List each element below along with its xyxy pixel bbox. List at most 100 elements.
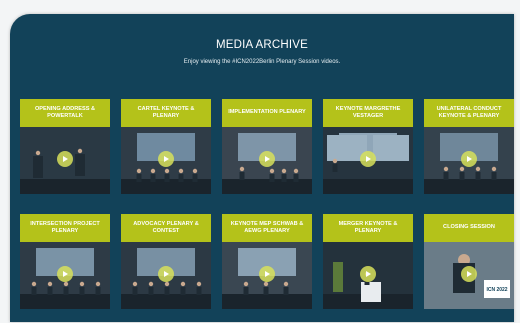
video-card[interactable]: CLOSING SESSION ICN 2022 xyxy=(424,214,514,309)
speaker-figure xyxy=(283,287,289,295)
video-card[interactable]: MERGER KEYNOTE & PLENARY xyxy=(323,214,413,309)
speaker-figure xyxy=(443,172,449,180)
play-icon[interactable] xyxy=(158,266,174,282)
speaker-figure xyxy=(293,168,299,174)
speaker-figure xyxy=(196,287,202,295)
speaker-figure xyxy=(243,287,249,295)
play-icon[interactable] xyxy=(259,151,275,167)
video-title[interactable]: OPENING ADDRESS & POWERTALK xyxy=(20,99,110,127)
speaker-figure xyxy=(136,168,142,174)
speaker-figure xyxy=(31,287,37,295)
video-card[interactable]: KEYNOTE MEP SCHWAB & AEWG PLENARY xyxy=(222,214,312,309)
page-title: MEDIA ARCHIVE xyxy=(215,39,309,51)
projection-screen xyxy=(373,135,409,161)
speaker-figure xyxy=(47,287,53,295)
video-title[interactable]: CLOSING SESSION xyxy=(424,214,514,242)
speaker-figure xyxy=(164,287,170,295)
stage-floor xyxy=(222,294,312,309)
speaker-figure xyxy=(475,172,481,180)
video-card[interactable]: CARTEL KEYNOTE & PLENARY xyxy=(121,99,211,194)
play-icon[interactable] xyxy=(360,151,376,167)
stage-floor xyxy=(20,294,110,309)
stage-floor xyxy=(20,179,110,194)
speaker-figure xyxy=(443,166,449,172)
video-title[interactable]: UNILATERAL CONDUCT KEYNOTE & PLENARY xyxy=(424,99,514,127)
play-icon[interactable] xyxy=(461,151,477,167)
play-icon[interactable] xyxy=(461,266,477,282)
speaker-figure xyxy=(192,168,198,174)
speaker-figure xyxy=(243,281,249,287)
speaker-figure xyxy=(180,281,186,287)
speaker-figure xyxy=(281,168,287,174)
speaker-figure xyxy=(283,281,289,287)
speaker-figure xyxy=(475,166,481,172)
video-title[interactable]: ADVOCACY PLENARY & CONTEST xyxy=(121,214,211,242)
speaker-figure xyxy=(459,172,465,180)
speaker-figure xyxy=(95,287,101,295)
video-card[interactable]: UNILATERAL CONDUCT KEYNOTE & PLENARY xyxy=(424,99,514,194)
speaker-figure xyxy=(35,150,41,156)
speaker-figure xyxy=(136,174,142,182)
video-card[interactable]: KEYNOTE MARGRETHE VESTAGER xyxy=(323,99,413,194)
podium xyxy=(361,282,381,302)
speaker-figure xyxy=(164,174,170,182)
stage-floor xyxy=(121,294,211,309)
speaker-figure xyxy=(293,174,299,182)
play-icon[interactable] xyxy=(259,266,275,282)
speaker-figure xyxy=(332,158,338,164)
video-title[interactable]: KEYNOTE MARGRETHE VESTAGER xyxy=(323,99,413,127)
speaker-figure xyxy=(132,287,138,295)
speaker-figure xyxy=(332,164,338,172)
speaker-figure xyxy=(180,287,186,295)
speaker-figure xyxy=(164,281,170,287)
play-icon[interactable] xyxy=(158,151,174,167)
speaker-figure xyxy=(33,156,43,178)
video-title[interactable]: INTERSECTION PROJECT PLENARY xyxy=(20,214,110,242)
video-title[interactable]: MERGER KEYNOTE & PLENARY xyxy=(323,214,413,242)
speaker-figure xyxy=(63,281,69,287)
speaker-figure xyxy=(491,172,497,180)
video-title[interactable]: CARTEL KEYNOTE & PLENARY xyxy=(121,99,211,127)
speaker-figure xyxy=(150,168,156,174)
speaker-figure xyxy=(148,281,154,287)
speaker-figure xyxy=(178,168,184,174)
speaker-figure xyxy=(150,174,156,182)
speaker-figure xyxy=(148,287,154,295)
media-archive-panel: MEDIA ARCHIVE Enjoy viewing the #ICN2022… xyxy=(10,14,514,322)
speaker-figure xyxy=(79,287,85,295)
video-grid: OPENING ADDRESS & POWERTALK CARTEL KEYNOT… xyxy=(20,99,514,319)
video-card[interactable]: ADVOCACY PLENARY & CONTEST xyxy=(121,214,211,309)
video-card[interactable]: INTERSECTION PROJECT PLENARY xyxy=(20,214,110,309)
stage-floor xyxy=(424,179,514,194)
speaker-figure xyxy=(281,174,287,182)
speaker-figure xyxy=(269,168,275,174)
video-card[interactable]: OPENING ADDRESS & POWERTALK xyxy=(20,99,110,194)
play-icon[interactable] xyxy=(57,266,73,282)
speaker-figure xyxy=(196,281,202,287)
plant xyxy=(333,262,343,292)
speaker-figure xyxy=(269,174,275,182)
speaker-figure xyxy=(164,168,170,174)
play-icon[interactable] xyxy=(360,266,376,282)
speaker-figure xyxy=(95,281,101,287)
speaker-figure xyxy=(178,174,184,182)
speaker-figure xyxy=(47,281,53,287)
video-title[interactable]: IMPLEMENTATION PLENARY xyxy=(222,99,312,127)
speaker-figure xyxy=(239,172,245,180)
page-subtitle: Enjoy viewing the #ICN2022Berlin Plenary… xyxy=(183,59,341,65)
speaker-figure xyxy=(263,281,269,287)
speaker-figure xyxy=(192,174,198,182)
speaker-figure xyxy=(491,166,497,172)
speaker-figure xyxy=(75,154,85,176)
speaker-figure xyxy=(77,148,83,154)
speaker-figure xyxy=(239,166,245,172)
play-icon[interactable] xyxy=(57,151,73,167)
video-card[interactable]: IMPLEMENTATION PLENARY xyxy=(222,99,312,194)
video-title[interactable]: KEYNOTE MEP SCHWAB & AEWG PLENARY xyxy=(222,214,312,242)
speaker-figure xyxy=(132,281,138,287)
stage-floor xyxy=(323,179,413,194)
speaker-figure xyxy=(31,281,37,287)
speaker-figure xyxy=(79,281,85,287)
speaker-figure xyxy=(63,287,69,295)
speaker-figure xyxy=(263,287,269,295)
